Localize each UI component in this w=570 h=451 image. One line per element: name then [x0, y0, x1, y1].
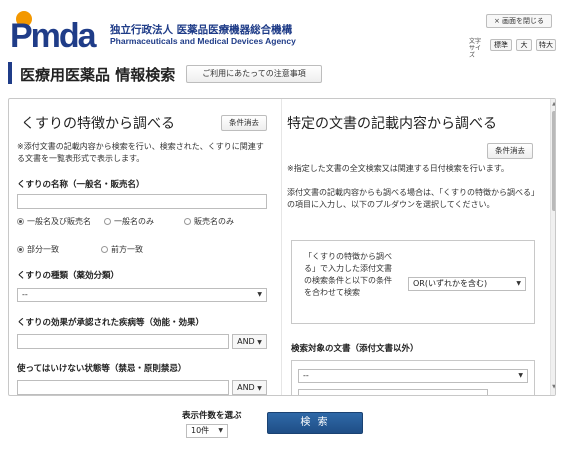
target-document-label: 検索対象の文書（添付文書以外） [291, 344, 419, 354]
pmda-logo[interactable]: Pmda 独立行政法人 医薬品医療機器総合機構 Pharmaceuticals … [8, 10, 296, 54]
right-clear-button[interactable]: 条件消去 [487, 143, 533, 159]
font-size-label: 文字サイズ [469, 38, 482, 59]
page-title: 医療用医薬品 情報検索 [20, 66, 176, 84]
font-size-xlarge-button[interactable]: 特大 [536, 39, 556, 51]
radio-button-icon [17, 246, 24, 253]
column-divider [281, 99, 282, 395]
indication-input[interactable] [17, 334, 229, 349]
org-name-jp: 独立行政法人 医薬品医療機器総合機構 [110, 24, 293, 36]
contraindication-operator-select[interactable]: AND ▼ [232, 380, 267, 395]
name-scope-radio-general-and-brand[interactable]: 一般名及び販売名 [17, 216, 91, 227]
chevron-down-icon: ▼ [257, 385, 262, 392]
left-clear-button[interactable]: 条件消去 [221, 115, 267, 131]
match-radio-prefix[interactable]: 前方一致 [101, 244, 143, 255]
scroll-down-icon[interactable]: ▼ [551, 384, 555, 390]
title-accent-bar [8, 62, 12, 84]
drug-type-label: くすりの種類（薬効分類） [17, 271, 120, 281]
indication-operator-select[interactable]: AND ▼ [232, 334, 267, 349]
logo-wordmark: Pmda [10, 17, 98, 50]
scroll-thumb[interactable] [552, 111, 555, 211]
scroll-up-icon[interactable]: ▲ [551, 101, 555, 107]
chevron-down-icon: ▼ [257, 291, 262, 298]
contraindication-input[interactable] [17, 380, 229, 395]
search-panel: くすりの特徴から調べる 条件消去 ※添付文書の記載内容から検索を行い、検索された… [8, 98, 556, 396]
document-search-title: 特定の文書の記載内容から調べる [287, 116, 497, 132]
combine-condition-select[interactable]: OR(いずれかを含む) ▼ [408, 277, 526, 291]
org-name-en: Pharmaceuticals and Medical Devices Agen… [110, 36, 296, 46]
drug-type-select[interactable]: -- ▼ [17, 288, 267, 302]
result-count-select[interactable]: 10件 ▼ [186, 424, 228, 438]
result-count-label: 表示件数を選ぶ [182, 411, 242, 421]
indication-label: くすりの効果が承認された疾病等（効能・効果） [17, 318, 205, 328]
font-size-normal-button[interactable]: 標準 [490, 39, 512, 51]
contraindication-label: 使ってはいけない状態等（禁忌・原則禁忌） [17, 364, 187, 374]
name-scope-radio-brand-only[interactable]: 販売名のみ [184, 216, 234, 227]
left-description: ※添付文書の記載内容から検索を行い、検索された、くすりに関連する文書を一覧表形式… [17, 142, 264, 163]
name-scope-radio-general-only[interactable]: 一般名のみ [104, 216, 154, 227]
chevron-down-icon: ▼ [518, 372, 523, 379]
radio-button-icon [184, 218, 191, 225]
match-radio-partial[interactable]: 部分一致 [17, 244, 59, 255]
chevron-down-icon: ▼ [516, 280, 521, 287]
right-description-2: 添付文書の記載内容からも調べる場合は、「くすりの特徴から調べる」の項目に入力し、… [287, 188, 535, 209]
panel-scrollbar[interactable]: ▲ ▼ [550, 99, 555, 395]
combine-condition-box: 「くすりの特徴から調べる」で入力した添付文書の検索条件と以下の条件を合わせて検索… [291, 240, 535, 324]
chevron-down-icon: ▼ [257, 339, 262, 346]
close-window-button[interactable]: × 画面を閉じる [486, 14, 552, 28]
target-document-box: -- ▼ [291, 360, 535, 395]
pmda-logo-mark-icon: Pmda [10, 11, 100, 50]
chevron-down-icon: ▼ [218, 427, 223, 434]
drug-name-label: くすりの名称（一般名・販売名） [17, 180, 145, 190]
drug-name-input[interactable] [17, 194, 267, 209]
search-button[interactable]: 検 索 [267, 412, 363, 434]
radio-button-icon [17, 218, 24, 225]
drug-features-title: くすりの特徴から調べる [21, 116, 175, 132]
usage-notice-button[interactable]: ご利用にあたっての注意事項 [186, 65, 322, 83]
target-document-select[interactable]: -- ▼ [298, 369, 528, 383]
radio-button-icon [104, 218, 111, 225]
font-size-large-button[interactable]: 大 [516, 39, 532, 51]
target-document-input[interactable] [298, 389, 488, 395]
combine-condition-text: 「くすりの特徴から調べる」で入力した添付文書の検索条件と以下の条件を合わせて検索 [304, 252, 392, 297]
radio-button-icon [101, 246, 108, 253]
right-description-1: ※指定した文書の全文検索又は関連する日付検索を行います。 [287, 164, 509, 173]
